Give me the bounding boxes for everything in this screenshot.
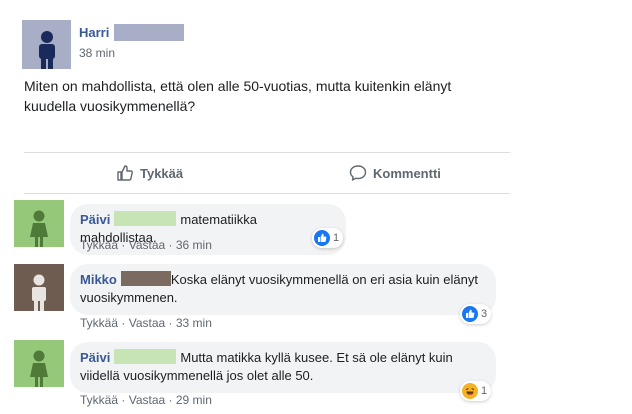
person-silhouette-icon (32, 274, 46, 311)
person-silhouette-icon (38, 31, 55, 69)
meta-separator: · (168, 238, 173, 252)
comment-bubble-icon (349, 165, 367, 181)
comment-bubble: Mikko Koska elänyt vuosikymmenellä on eri… (70, 264, 496, 315)
comment-author-avatar[interactable] (14, 340, 64, 387)
meta-separator: · (121, 393, 126, 407)
comment-button-label: Kommentti (373, 165, 441, 181)
person-silhouette-icon (30, 350, 48, 387)
reaction-count: 1 (333, 232, 340, 244)
comment-button[interactable]: Kommentti (349, 162, 441, 184)
comment-author-name[interactable]: Päivi (80, 350, 110, 365)
meta-separator: · (168, 316, 173, 330)
meta-separator: · (121, 238, 126, 252)
comment-author-avatar[interactable] (14, 264, 64, 311)
post-author-avatar[interactable] (22, 20, 71, 69)
person-silhouette-icon (30, 210, 48, 247)
reaction-count: 1 (481, 385, 488, 397)
reaction-count-badge[interactable]: 3 (460, 304, 492, 324)
comment-bubble: Päivi Mutta matikka kyllä kusee. Et sä ol… (70, 342, 496, 393)
redacted-surname (114, 349, 177, 364)
post-timestamp[interactable]: 38 min (79, 46, 115, 60)
like-reaction-icon (314, 230, 330, 246)
comment-author-avatar[interactable] (14, 200, 64, 247)
comment-like-link[interactable]: Tykkää (80, 393, 118, 407)
comment-author-name[interactable]: Mikko (80, 272, 117, 287)
action-bar-top-divider (24, 152, 510, 153)
comment-meta: Tykkää · Vastaa · 36 min (80, 238, 212, 252)
comment-like-link[interactable]: Tykkää (80, 238, 118, 252)
redacted-surname (120, 271, 171, 286)
redacted-surname (114, 211, 177, 226)
redacted-surname (114, 24, 184, 41)
meta-separator: · (121, 316, 126, 330)
action-bar-bottom-divider (24, 193, 510, 194)
reaction-count: 3 (481, 308, 488, 320)
comment-author-name[interactable]: Päivi (80, 212, 110, 227)
like-button-label: Tykkää (140, 165, 184, 181)
comment-timestamp[interactable]: 36 min (176, 238, 212, 252)
comment-reply-link[interactable]: Vastaa (129, 316, 165, 330)
post-text: Miten on mahdollista, että olen alle 50-… (24, 78, 452, 114)
comment-like-link[interactable]: Tykkää (80, 316, 118, 330)
comment-meta: Tykkää · Vastaa · 29 min (80, 393, 212, 407)
post-author-name[interactable]: Harri (79, 25, 109, 40)
like-reaction-icon (462, 306, 478, 322)
like-button[interactable]: Tykkää (116, 162, 183, 184)
comment-reply-link[interactable]: Vastaa (129, 238, 165, 252)
comment-meta: Tykkää · Vastaa · 33 min (80, 316, 212, 330)
reaction-count-badge[interactable]: 1 (460, 381, 492, 401)
meta-separator: · (168, 393, 173, 407)
comment-timestamp[interactable]: 29 min (176, 393, 212, 407)
haha-reaction-icon (462, 383, 478, 399)
comment-timestamp[interactable]: 33 min (176, 316, 212, 330)
thumbs-up-icon (117, 165, 133, 181)
comment-reply-link[interactable]: Vastaa (129, 393, 165, 407)
reaction-count-badge[interactable]: 1 (312, 228, 344, 248)
